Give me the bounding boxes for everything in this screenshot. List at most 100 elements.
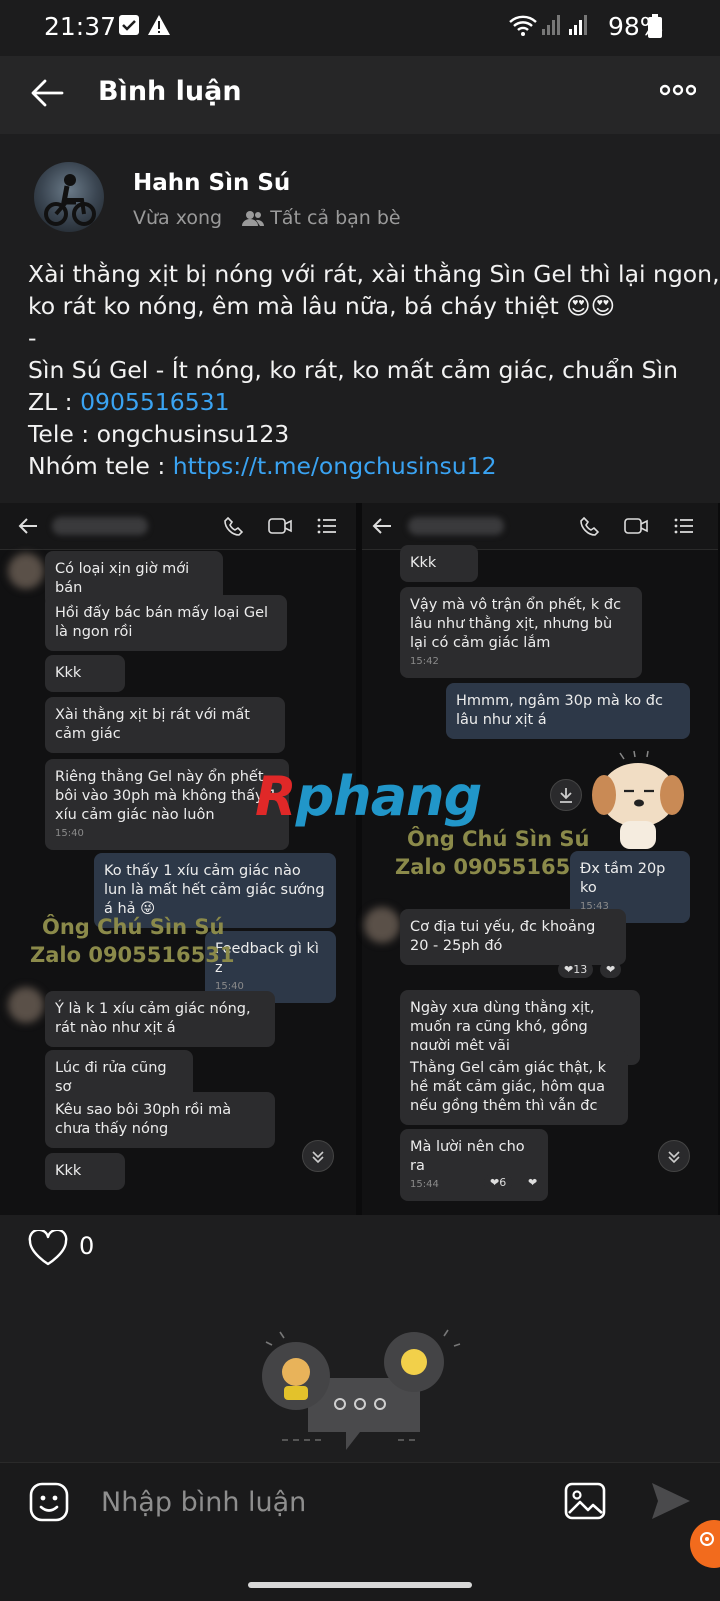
status-time: 21:37 bbox=[44, 12, 117, 41]
watermark-line: Ông Chú Sìn Sú bbox=[407, 827, 590, 851]
message-time: 15:44 bbox=[410, 1179, 439, 1190]
message-time: 15:42 bbox=[410, 656, 439, 667]
friends-icon bbox=[242, 211, 265, 226]
message-time: 15:40 bbox=[55, 828, 84, 839]
checkbox-notification-icon bbox=[119, 15, 139, 35]
more-icon[interactable] bbox=[660, 84, 696, 96]
message-bubble: Riêng thằng Gel này ổn phết, bôi vào 30p… bbox=[45, 759, 289, 850]
scroll-down-button bbox=[302, 1140, 334, 1172]
blurred-avatar bbox=[364, 907, 400, 943]
warning-icon bbox=[148, 15, 170, 35]
page-title: Bình luận bbox=[98, 76, 242, 107]
message-text: Xài thằng xịt bị rát với mất cảm giác bbox=[55, 707, 250, 742]
author-name[interactable]: Hahn Sìn Sú bbox=[133, 170, 290, 196]
watermark: Zalo 0905516531 bbox=[30, 941, 234, 969]
blurred-avatar bbox=[8, 553, 44, 589]
message-text: Ngày xưa dùng thằng xịt, muốn ra cũng kh… bbox=[410, 1000, 595, 1054]
avatar[interactable] bbox=[34, 162, 104, 232]
top-app-bar: Bình luận bbox=[0, 56, 720, 134]
chevron-down-icon bbox=[312, 1151, 324, 1164]
like-count: 0 bbox=[79, 1232, 95, 1260]
telegram-link[interactable]: https://t.me/ongchusinsu12 bbox=[173, 452, 497, 480]
message-bubble: Ý là k 1 xíu cảm giác nóng, rát nào như … bbox=[45, 991, 275, 1047]
like-button[interactable] bbox=[28, 1228, 68, 1270]
watermark-line: Zalo 0905516531 bbox=[30, 943, 235, 967]
message-text: Cơ địa tui yếu, đc khoảng 20 - 25ph đó bbox=[410, 919, 596, 954]
comment-composer: Nhập bình luận bbox=[0, 1462, 720, 1601]
scroll-down-button bbox=[658, 1140, 690, 1172]
download-icon bbox=[560, 788, 572, 803]
reaction-count: ❤13 bbox=[564, 963, 588, 976]
message-text: Hmmm, ngâm 30p mà ko đc lâu như xịt á bbox=[456, 693, 663, 728]
video-icon bbox=[624, 518, 648, 534]
status-bar: 21:37 98% bbox=[0, 0, 720, 56]
phone-link[interactable]: 0905516531 bbox=[80, 388, 230, 416]
motorbike-rider-image bbox=[44, 174, 96, 226]
comment-input[interactable]: Nhập bình luận bbox=[101, 1487, 306, 1518]
post-line: Xài thằng xịt bị nóng với rát, xài thằng… bbox=[28, 260, 720, 288]
emoji-icon[interactable] bbox=[28, 1481, 70, 1523]
watermark-line: Zalo 0905516531 bbox=[395, 855, 600, 879]
back-arrow-icon bbox=[372, 518, 391, 534]
tele-line: Tele : ongchusinsu123 bbox=[28, 420, 290, 448]
zalo-label: ZL : bbox=[28, 388, 81, 416]
download-button bbox=[550, 779, 582, 811]
watermark-line: Ông Chú Sìn Sú bbox=[42, 915, 225, 939]
video-icon bbox=[268, 518, 292, 534]
reaction-count: ❤6 bbox=[490, 1176, 507, 1189]
battery-icon bbox=[648, 14, 662, 38]
message-text: Thằng Gel cảm giác thật, k hề mất cảm gi… bbox=[410, 1060, 607, 1114]
audience-label: Tất cả bạn bè bbox=[270, 207, 401, 229]
chat-topbar bbox=[362, 503, 718, 550]
blurred-name bbox=[52, 517, 148, 535]
message-bubble: Vậy mà vô trận ổn phết, k đc lâu như thằ… bbox=[400, 587, 642, 678]
audience[interactable]: Tất cả bạn bè bbox=[242, 207, 401, 229]
message-text: Hồi đấy bác bán mấy loại Gel là ngon rồi bbox=[55, 605, 269, 640]
reaction-heart: ❤ bbox=[600, 961, 622, 978]
list-icon bbox=[317, 518, 336, 534]
message-text: Có loại xịn giờ mới bán bbox=[55, 561, 190, 596]
dog-sticker bbox=[592, 750, 684, 849]
signal-icon bbox=[569, 15, 587, 35]
post-body: Xài thằng xịt bị nóng với rát, xài thằng… bbox=[28, 258, 720, 482]
reaction-badge: ❤13 bbox=[558, 961, 594, 978]
wifi-icon bbox=[509, 15, 537, 36]
blurred-avatar bbox=[8, 987, 44, 1023]
gesture-handle bbox=[248, 1582, 472, 1588]
message-text: Mà lười nên cho ra bbox=[410, 1139, 525, 1174]
back-arrow-icon[interactable] bbox=[30, 78, 64, 108]
watermark: Ông Chú Sìn Sú bbox=[407, 825, 589, 853]
blurred-name bbox=[408, 517, 504, 535]
post-time: Vừa xong bbox=[133, 207, 223, 229]
message-text: Kkk bbox=[410, 555, 437, 571]
empty-comments-illustration bbox=[262, 1329, 461, 1450]
message-text: Ý là k 1 xíu cảm giác nóng, rát nào như … bbox=[55, 1001, 251, 1036]
post-meta: Vừa xong Tất cả bạn bè bbox=[133, 207, 401, 229]
message-text: Vậy mà vô trận ổn phết, k đc lâu như thằ… bbox=[410, 597, 622, 651]
message-bubble: Kêu sao bôi 30ph rồi mà chưa thấy nóng bbox=[45, 1092, 275, 1148]
brand-logo: Rphang bbox=[255, 765, 483, 828]
send-icon[interactable] bbox=[648, 1479, 692, 1523]
brand-logo-mark: R bbox=[255, 765, 297, 828]
phone-icon bbox=[580, 516, 600, 536]
phone-icon bbox=[224, 516, 244, 536]
message-bubble: Cơ địa tui yếu, đc khoảng 20 - 25ph đó bbox=[400, 909, 626, 965]
message-text: Riêng thằng Gel này ổn phết, bôi vào 30p… bbox=[55, 769, 278, 823]
chat-topbar bbox=[0, 503, 356, 550]
zalo-line: ZL : 0905516531 bbox=[28, 386, 698, 418]
link-icon bbox=[700, 1532, 714, 1546]
image-icon[interactable] bbox=[563, 1481, 607, 1521]
message-bubble: Kkk bbox=[45, 1153, 125, 1190]
heart-icon bbox=[28, 1228, 68, 1266]
chat-screenshot-left: Có loại xịn giờ mới bán Hồi đấy bác bán … bbox=[0, 503, 356, 1215]
reaction-badge: ❤6 bbox=[484, 1174, 513, 1191]
message-bubble: Xài thằng xịt bị rát với mất cảm giác bbox=[45, 697, 285, 753]
message-bubble-self: Hmmm, ngâm 30p mà ko đc lâu như xịt á bbox=[446, 683, 690, 739]
message-bubble: Kkk bbox=[400, 545, 478, 582]
post-line: Sìn Sú Gel - Ít nóng, ko rát, ko mất cảm… bbox=[28, 356, 678, 384]
brand-logo-text: phang bbox=[295, 765, 483, 828]
post-photo[interactable]: Có loại xịn giờ mới bán Hồi đấy bác bán … bbox=[0, 503, 720, 1215]
signal-icon bbox=[542, 15, 560, 35]
message-text: Kkk bbox=[55, 665, 82, 681]
message-text: Đx tầm 20p ko bbox=[580, 861, 666, 896]
